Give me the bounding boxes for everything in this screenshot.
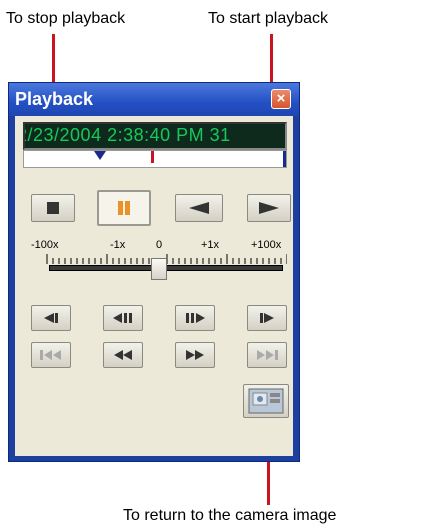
go-to-end-icon [257, 350, 278, 360]
close-icon: × [276, 90, 286, 107]
reverse-play-icon [189, 202, 209, 214]
return-caption: To return to the camera image [123, 507, 337, 524]
skip-back-button[interactable] [31, 305, 71, 331]
play-icon [259, 202, 279, 214]
skip-forward-icon [260, 313, 274, 323]
timestamp: 2/23/2004 2:38:40 PM 31 [23, 125, 231, 145]
step-back-icon [113, 313, 132, 323]
window-title: Playback [15, 89, 94, 109]
speed-label-plus-100: +100x [251, 239, 282, 251]
reverse-play-button[interactable] [175, 194, 223, 222]
camera-view-icon [248, 388, 284, 414]
stop-icon [47, 202, 59, 214]
timeline-position-marker[interactable] [151, 151, 154, 163]
timeline-end-marker [283, 151, 286, 167]
step-back-button[interactable] [103, 305, 143, 331]
skip-back-icon [44, 313, 58, 323]
close-button[interactable]: × [271, 89, 291, 109]
title-bar[interactable]: Playback × [9, 83, 299, 116]
pause-icon [118, 201, 130, 215]
time-display: 2/23/2004 2:38:40 PM 31 [23, 122, 287, 150]
fast-forward-button[interactable] [175, 342, 215, 368]
speed-label-plus-1: +1x [201, 239, 220, 251]
step-forward-icon [186, 313, 205, 323]
play-button[interactable] [247, 194, 291, 222]
speed-label-zero: 0 [156, 239, 163, 251]
start-caption: To start playback [208, 10, 329, 27]
stop-caption: To stop playback [6, 10, 126, 27]
playback-window: Playback × 2/23/2004 2:38:40 PM 31 -100x… [8, 82, 300, 462]
playback-panel: 2/23/2004 2:38:40 PM 31 -100x -1x 0 +1x … [15, 116, 293, 456]
skip-forward-button[interactable] [247, 305, 287, 331]
stop-button[interactable] [31, 194, 75, 222]
go-to-start-button [31, 342, 71, 368]
pause-button[interactable] [97, 190, 151, 226]
fast-forward-icon [186, 350, 204, 360]
go-to-start-icon [40, 350, 61, 360]
speed-label-minus-100: -100x [31, 239, 59, 251]
speed-slider-thumb[interactable] [151, 258, 167, 280]
timeline-start-marker [94, 151, 106, 160]
go-to-end-button [247, 342, 287, 368]
timeline-bar[interactable] [23, 150, 287, 168]
rewind-button[interactable] [103, 342, 143, 368]
camera-view-button[interactable] [243, 384, 289, 418]
step-forward-button[interactable] [175, 305, 215, 331]
rewind-icon [114, 350, 132, 360]
speed-label-minus-1: -1x [110, 239, 126, 251]
